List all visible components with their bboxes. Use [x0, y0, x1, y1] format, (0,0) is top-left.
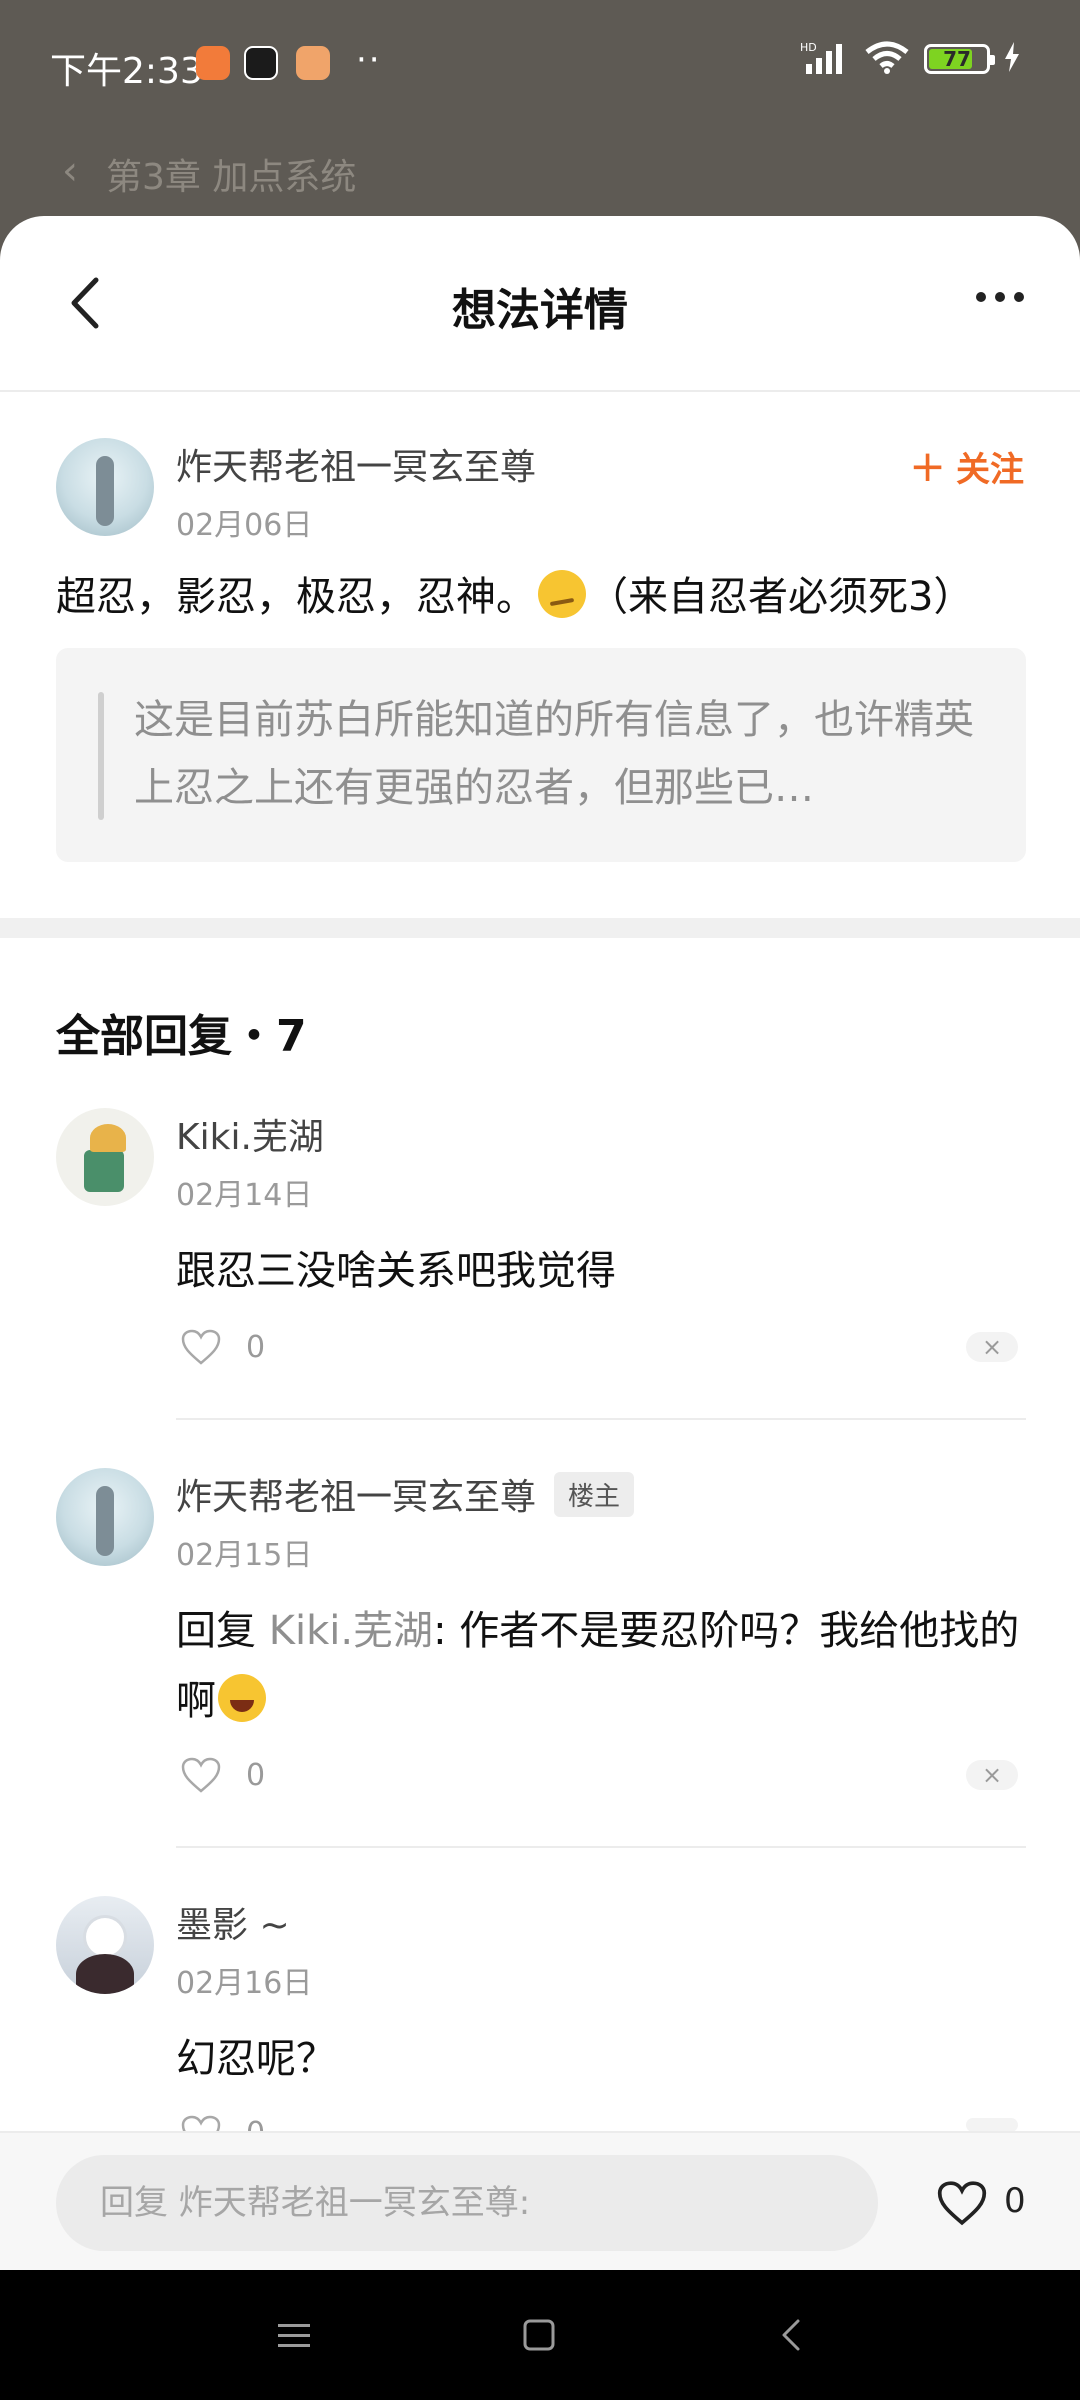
chapter-back-bar[interactable]: ‹ 第3章 加点系统: [0, 130, 1080, 220]
battery-percent: 77: [943, 47, 971, 71]
reply-prefix: 回复: [176, 1608, 269, 1654]
reply-avatar[interactable]: [56, 1108, 154, 1206]
post-like-count: 0: [1004, 2181, 1026, 2221]
author-avatar[interactable]: [56, 438, 154, 536]
follow-label: 关注: [956, 450, 1024, 490]
more-options-button[interactable]: [976, 292, 1024, 302]
wifi-icon: [864, 40, 910, 78]
dismiss-reply-button[interactable]: ×: [966, 1332, 1018, 1362]
dismiss-reply-button[interactable]: [966, 2118, 1018, 2132]
dismiss-reply-button[interactable]: ×: [966, 1760, 1018, 1790]
svg-text:HD: HD: [800, 41, 817, 54]
page-title: 想法详情: [452, 285, 628, 336]
reply-avatar[interactable]: [56, 1468, 154, 1566]
post-date: 02月06日: [176, 508, 313, 543]
menu-button[interactable]: [276, 2310, 312, 2364]
quoted-excerpt[interactable]: 这是目前苏白所能知道的所有信息了，也许精英上忍之上还有更强的忍者，但那些已…: [56, 648, 1026, 862]
more-dot-icon: [995, 292, 1005, 302]
reply-avatar[interactable]: [56, 1896, 154, 1994]
thought-detail-sheet: 想法详情 炸天帮老祖一冥玄至尊 02月06日 + 关注 超忍，影忍，极忍，忍神。…: [0, 216, 1080, 2270]
reply-text: 回复 Kiki.芜湖: 作者不是要忍阶吗？我给他找的啊: [176, 1596, 1036, 1736]
reply-date: 02月16日: [176, 1966, 313, 2001]
reply-author-name[interactable]: 炸天帮老祖一冥玄至尊: [176, 1477, 536, 1518]
laughing-emoji-icon: [218, 1674, 266, 1722]
quote-text: 这是目前苏白所能知道的所有信息了，也许精英上忍之上还有更强的忍者，但那些已…: [134, 697, 974, 811]
post-text-source: （来自忍者必须死3）: [588, 574, 974, 620]
system-nav-bar: [0, 2270, 1080, 2400]
avatar-app-icon: [296, 46, 330, 80]
replies-title: 全部回复・7: [56, 1011, 307, 1062]
back-triangle-icon: [782, 2319, 800, 2351]
post-text-main: 超忍，影忍，极忍，忍神。: [56, 574, 536, 620]
like-count: 0: [246, 1757, 266, 1793]
home-square-icon: [523, 2319, 555, 2351]
post-author-name[interactable]: 炸天帮老祖一冥玄至尊: [176, 438, 536, 490]
chapter-title: 第3章 加点系统: [106, 157, 357, 198]
capcut-icon: [244, 46, 278, 80]
heart-icon: [181, 1757, 221, 1793]
sheet-header: 想法详情: [0, 216, 1080, 392]
heart-icon: [937, 2181, 987, 2226]
reply-separator: [176, 1846, 1026, 1848]
owner-badge: 楼主: [554, 1472, 635, 1517]
mention-link[interactable]: Kiki.芜湖: [269, 1608, 433, 1654]
system-back-button[interactable]: [774, 2310, 810, 2364]
menu-icon: [278, 2324, 310, 2347]
battery-icon: 77: [924, 44, 995, 74]
reply-input[interactable]: 回复 炸天帮老祖一冥玄至尊:: [56, 2155, 878, 2251]
status-time: 下午2:33: [50, 51, 203, 92]
heart-icon: [181, 1329, 221, 1365]
reply-date: 02月15日: [176, 1538, 313, 1573]
more-notifications-dots: ··: [356, 40, 382, 80]
like-post-button[interactable]: [936, 2179, 988, 2231]
like-button[interactable]: 0: [180, 1328, 265, 1366]
reply-author-name[interactable]: Kiki.芜湖: [176, 1108, 324, 1160]
reply-text: 跟忍三没啥关系吧我觉得: [176, 1248, 616, 1294]
reply-author-name[interactable]: 墨影 ~: [176, 1896, 290, 1948]
more-dot-icon: [976, 292, 986, 302]
notification-app-icon: [196, 46, 230, 80]
like-button[interactable]: 0: [180, 1756, 265, 1794]
reply-date: 02月14日: [176, 1178, 313, 1213]
section-divider: [0, 918, 1080, 938]
like-count: 0: [246, 1329, 266, 1365]
post-content: 超忍，影忍，极忍，忍神。 （来自忍者必须死3）: [56, 564, 973, 622]
more-dot-icon: [1014, 292, 1024, 302]
quote-bar: [98, 692, 104, 820]
reply-separator: [176, 1418, 1026, 1420]
chevron-left-icon: ‹: [62, 148, 78, 194]
home-button[interactable]: [522, 2310, 558, 2364]
signal-icon: HD: [800, 40, 850, 78]
follow-button[interactable]: + 关注: [909, 442, 1024, 491]
reply-input-bar: 回复 炸天帮老祖一冥玄至尊: 0: [0, 2131, 1080, 2270]
status-bar: 下午2:33 ·· HD 77: [0, 0, 1080, 130]
reply-author-row: 炸天帮老祖一冥玄至尊 楼主: [176, 1468, 635, 1520]
reply-text: 幻忍呢？: [176, 2036, 336, 2082]
charging-icon: [1004, 42, 1020, 76]
smirk-emoji-icon: [538, 570, 586, 618]
plus-icon: +: [909, 440, 946, 492]
